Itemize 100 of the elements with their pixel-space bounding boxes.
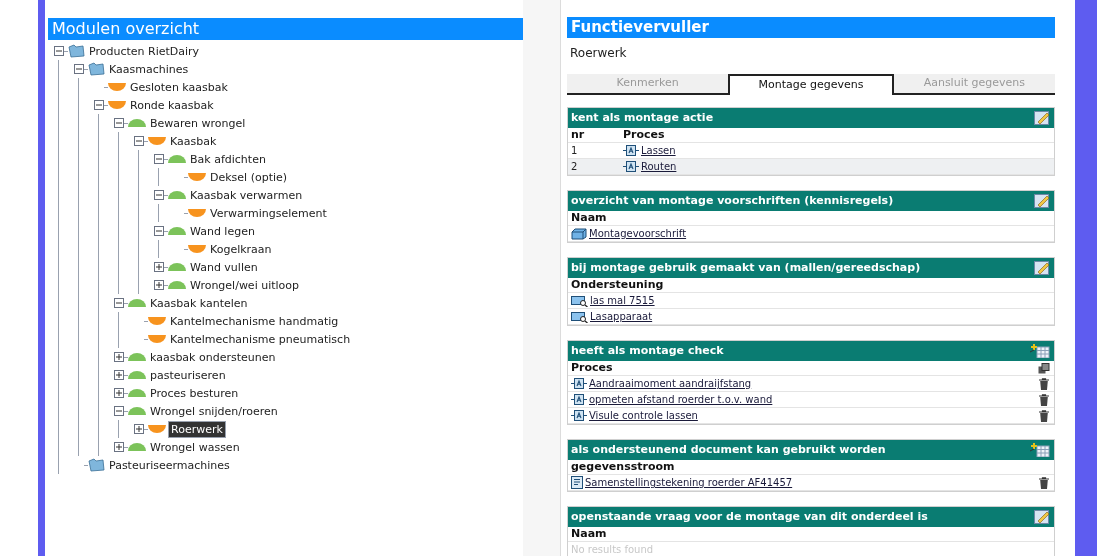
column-header: Ondersteuning [571, 276, 664, 293]
minus-icon [155, 227, 163, 235]
bowl-icon [188, 173, 206, 181]
trash-icon[interactable] [1039, 393, 1049, 406]
collapse-toggle[interactable] [134, 136, 144, 146]
column-header: Naam [571, 525, 607, 542]
collapse-toggle[interactable] [154, 190, 164, 200]
tree-item[interactable]: Kaasbak verwarmen [188, 187, 305, 203]
tree-item[interactable]: Gesloten kaasbak [128, 79, 230, 95]
copy-icon[interactable] [1038, 362, 1050, 374]
dome-icon [168, 263, 186, 271]
section-title: bij montage gebruik gemaakt van (mallen/gereedschap) [571, 259, 921, 276]
section-title: heeft als montage check [571, 342, 724, 359]
tree-item[interactable]: Bewaren wrongel [148, 115, 248, 131]
tree-item[interactable]: Roerwerk [168, 420, 226, 438]
tab[interactable]: Montage gegevens [728, 74, 894, 95]
tree-item[interactable]: Kogelkraan [208, 241, 274, 257]
minus-icon [95, 101, 103, 109]
edit-icon[interactable] [1034, 510, 1050, 524]
collapse-toggle[interactable] [154, 226, 164, 236]
collapse-toggle[interactable] [74, 64, 84, 74]
tree-item[interactable]: Wand vullen [188, 259, 260, 275]
tree-item[interactable]: Kaasbak [168, 133, 219, 149]
tree-item[interactable]: Proces besturen [148, 385, 241, 401]
plus-icon [115, 353, 123, 361]
item-link[interactable]: opmeten afstand roerder t.o.v. wand [589, 392, 773, 407]
row-number: 1 [571, 144, 579, 158]
edit-icon[interactable] [1034, 261, 1050, 275]
section-title: openstaande vraag voor de montage van dit onderdeel is [571, 508, 928, 525]
collapse-toggle[interactable] [94, 100, 104, 110]
tree-item[interactable]: Wrongel/wei uitloop [188, 277, 302, 293]
edit-icon[interactable] [1034, 111, 1050, 125]
trash-icon[interactable] [1039, 377, 1049, 390]
item-link[interactable]: Samenstellingstekening roerder AF41457 [585, 475, 793, 490]
tree-item[interactable]: kaasbak ondersteunen [148, 349, 278, 365]
cube-icon [571, 227, 587, 240]
document-icon [571, 476, 583, 489]
expand-toggle[interactable] [114, 370, 124, 380]
magnifier-card-icon [571, 294, 588, 307]
collapse-toggle[interactable] [114, 298, 124, 308]
panel-title: Functievervuller [571, 17, 709, 39]
panel-title: Modulen overzicht [52, 18, 200, 40]
column-header: gegevensstroom [571, 458, 675, 475]
item-link[interactable]: Montagevoorschrift [589, 226, 687, 241]
minus-icon [55, 47, 63, 55]
item-link[interactable]: Routen [641, 159, 677, 174]
tree-item[interactable]: Deksel (optie) [208, 169, 290, 185]
add-table-icon[interactable] [1030, 344, 1050, 358]
minus-icon [115, 119, 123, 127]
column-header: Proces [623, 126, 665, 143]
expand-toggle[interactable] [114, 442, 124, 452]
collapse-toggle[interactable] [154, 154, 164, 164]
tree-item[interactable]: Ronde kaasbak [128, 97, 216, 113]
item-link[interactable]: las mal 7515 [590, 293, 655, 308]
dome-icon [168, 155, 186, 163]
bowl-icon [148, 425, 166, 433]
tree-item[interactable]: Pasteuriseermachines [107, 457, 232, 473]
dome-icon [128, 389, 146, 397]
item-link[interactable]: Visule controle lassen [589, 408, 698, 423]
item-link[interactable]: Lassen [641, 143, 676, 158]
tree-item[interactable]: Wrongel wassen [148, 439, 242, 455]
tree-item[interactable]: Kaasbak kantelen [148, 295, 250, 311]
tree-item[interactable]: Wrongel snijden/roeren [148, 403, 280, 419]
plus-icon [155, 281, 163, 289]
plus-icon [115, 371, 123, 379]
collapse-toggle[interactable] [114, 118, 124, 128]
expand-toggle[interactable] [154, 262, 164, 272]
expand-toggle[interactable] [114, 352, 124, 362]
add-table-icon[interactable] [1030, 443, 1050, 457]
trash-icon[interactable] [1039, 409, 1049, 422]
tree-item[interactable]: Producten RietDairy [87, 43, 202, 59]
minus-icon [155, 155, 163, 163]
column-header: Naam [571, 209, 607, 226]
tree-item[interactable]: pasteuriseren [148, 367, 228, 383]
dome-icon [128, 443, 146, 451]
folder-icon [68, 44, 85, 58]
expand-toggle[interactable] [154, 280, 164, 290]
section-title: overzicht van montage voorschriften (kennisregels) [571, 192, 894, 209]
plus-icon [155, 263, 163, 271]
folder-icon [88, 62, 105, 76]
trash-icon[interactable] [1039, 476, 1049, 489]
collapse-toggle[interactable] [114, 406, 124, 416]
tree-item[interactable]: Bak afdichten [188, 151, 268, 167]
bowl-icon [148, 335, 166, 343]
magnifier-card-icon [571, 310, 588, 323]
bowl-icon [188, 245, 206, 253]
collapse-toggle[interactable] [54, 46, 64, 56]
tree-item[interactable]: Verwarmingselement [208, 205, 329, 221]
item-link[interactable]: Lasapparaat [590, 309, 653, 324]
expand-toggle[interactable] [114, 388, 124, 398]
dome-icon [168, 227, 186, 235]
expand-toggle[interactable] [134, 424, 144, 434]
minus-icon [75, 65, 83, 73]
tree-item[interactable]: Kantelmechanisme pneumatisch [168, 331, 353, 347]
tree-item[interactable]: Kaasmachines [107, 61, 191, 77]
item-link[interactable]: Aandraaimoment aandraijfstang [589, 376, 752, 391]
tree-item[interactable]: Kantelmechanisme handmatig [168, 313, 341, 329]
tree-item[interactable]: Wand legen [188, 223, 257, 239]
edit-icon[interactable] [1034, 194, 1050, 208]
dome-icon [168, 281, 186, 289]
